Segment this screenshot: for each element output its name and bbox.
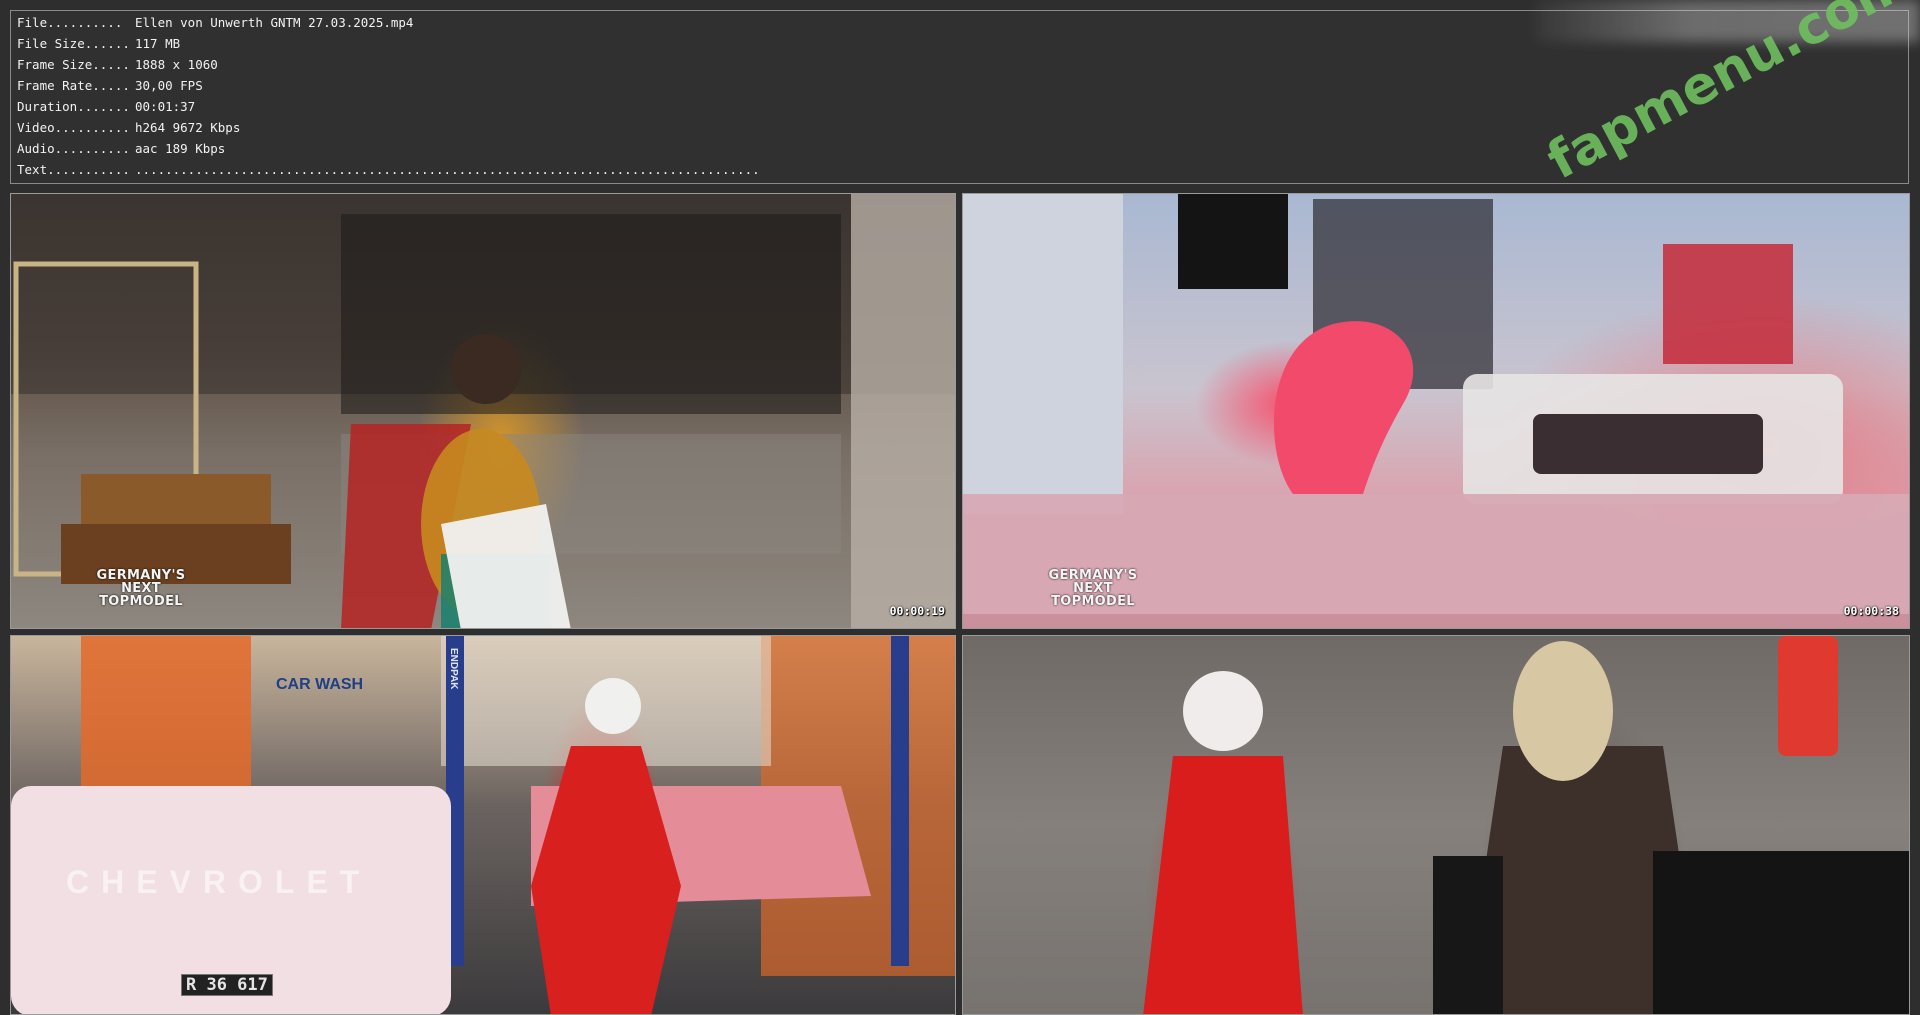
white-hair-head (1183, 671, 1263, 751)
car-wash-sign: CAR WASH (276, 676, 364, 693)
info-key: File Size...... (17, 36, 130, 51)
contact-sheet: File.......... Ellen von Unwerth GNTM 27.… (0, 0, 1920, 1015)
info-key: Duration....... (17, 99, 130, 114)
info-value: aac 189 Kbps (135, 141, 226, 156)
pillar (851, 194, 955, 628)
door-frames (341, 214, 841, 414)
red-sign (1663, 244, 1793, 364)
black-cloth (1653, 851, 1909, 1014)
info-row-video: Video.......... h264 9672 Kbps (17, 118, 240, 138)
info-value: Ellen von Unwerth GNTM 27.03.2025.mp4 (135, 15, 414, 30)
garage-scene (11, 636, 955, 1014)
blond-hair-head (1513, 641, 1613, 781)
info-row-file-size: File Size...... 117 MB (17, 34, 180, 54)
info-key: Text........... (17, 162, 130, 177)
logo-line: TOPMODEL (99, 594, 183, 609)
info-value: 117 MB (135, 36, 181, 51)
red-post (1778, 636, 1838, 756)
thumbnail-frame-4 (962, 635, 1910, 1015)
blue-lift-pillar (891, 636, 909, 966)
info-row-text: Text....................................… (17, 160, 760, 180)
info-row-duration: Duration....... 00:01:37 (17, 97, 195, 117)
orange-wall-tiles (81, 636, 251, 806)
info-value: 30,00 FPS (135, 78, 203, 93)
info-key: Frame Size..... (17, 57, 130, 72)
info-value: h264 9672 Kbps (135, 120, 241, 135)
show-logo: GERMANY'S NEXT TOPMODEL (96, 569, 186, 608)
studio-light (1178, 194, 1288, 289)
hotel-entrance-scene (11, 194, 955, 628)
show-logo: GERMANY'S NEXT TOPMODEL (1048, 569, 1138, 608)
thumbnail-frame-1: GERMANY'S NEXT TOPMODEL 00:00:19 (10, 193, 956, 629)
truck-window (1533, 414, 1763, 474)
info-key: Video.......... (17, 120, 130, 135)
site-watermark: fapmenu.com (1538, 0, 1918, 191)
info-row-audio: Audio.......... aac 189 Kbps (17, 139, 225, 159)
flamingo-truck-scene (963, 194, 1909, 614)
street-scene (963, 636, 1909, 1014)
flamingo-float (1273, 321, 1414, 494)
info-key: Audio.......... (17, 141, 130, 156)
model-head (451, 334, 521, 404)
info-value: ........................................… (135, 162, 760, 177)
info-row-frame-size: Frame Size..... 1888 x 1060 (17, 55, 218, 75)
logo-line: TOPMODEL (1051, 594, 1135, 609)
suitcase (81, 474, 271, 524)
thumbnail-frame-3: CAR WASH ENDPAK CHEVROLET R 36 617 (10, 635, 956, 1015)
info-row-file: File.......... Ellen von Unwerth GNTM 27.… (17, 13, 413, 33)
info-value: 1888 x 1060 (135, 57, 218, 72)
info-row-frame-rate: Frame Rate..... 30,00 FPS (17, 76, 203, 96)
timestamp: 00:00:38 (1843, 604, 1899, 618)
thumbnail-frame-2: GERMANY'S NEXT TOPMODEL 00:00:38 (962, 193, 1910, 629)
timestamp: 00:00:19 (889, 604, 945, 618)
license-plate: R 36 617 (181, 974, 273, 996)
director-chair (1433, 856, 1503, 1014)
info-key: Frame Rate..... (17, 78, 130, 93)
info-value: 00:01:37 (135, 99, 196, 114)
lift-pillar-label: ENDPAK (448, 648, 459, 690)
tailgate-lettering: CHEVROLET (66, 864, 372, 900)
info-key: File.......... (17, 15, 123, 30)
white-wall (963, 194, 1123, 514)
white-hair-head (585, 678, 641, 734)
